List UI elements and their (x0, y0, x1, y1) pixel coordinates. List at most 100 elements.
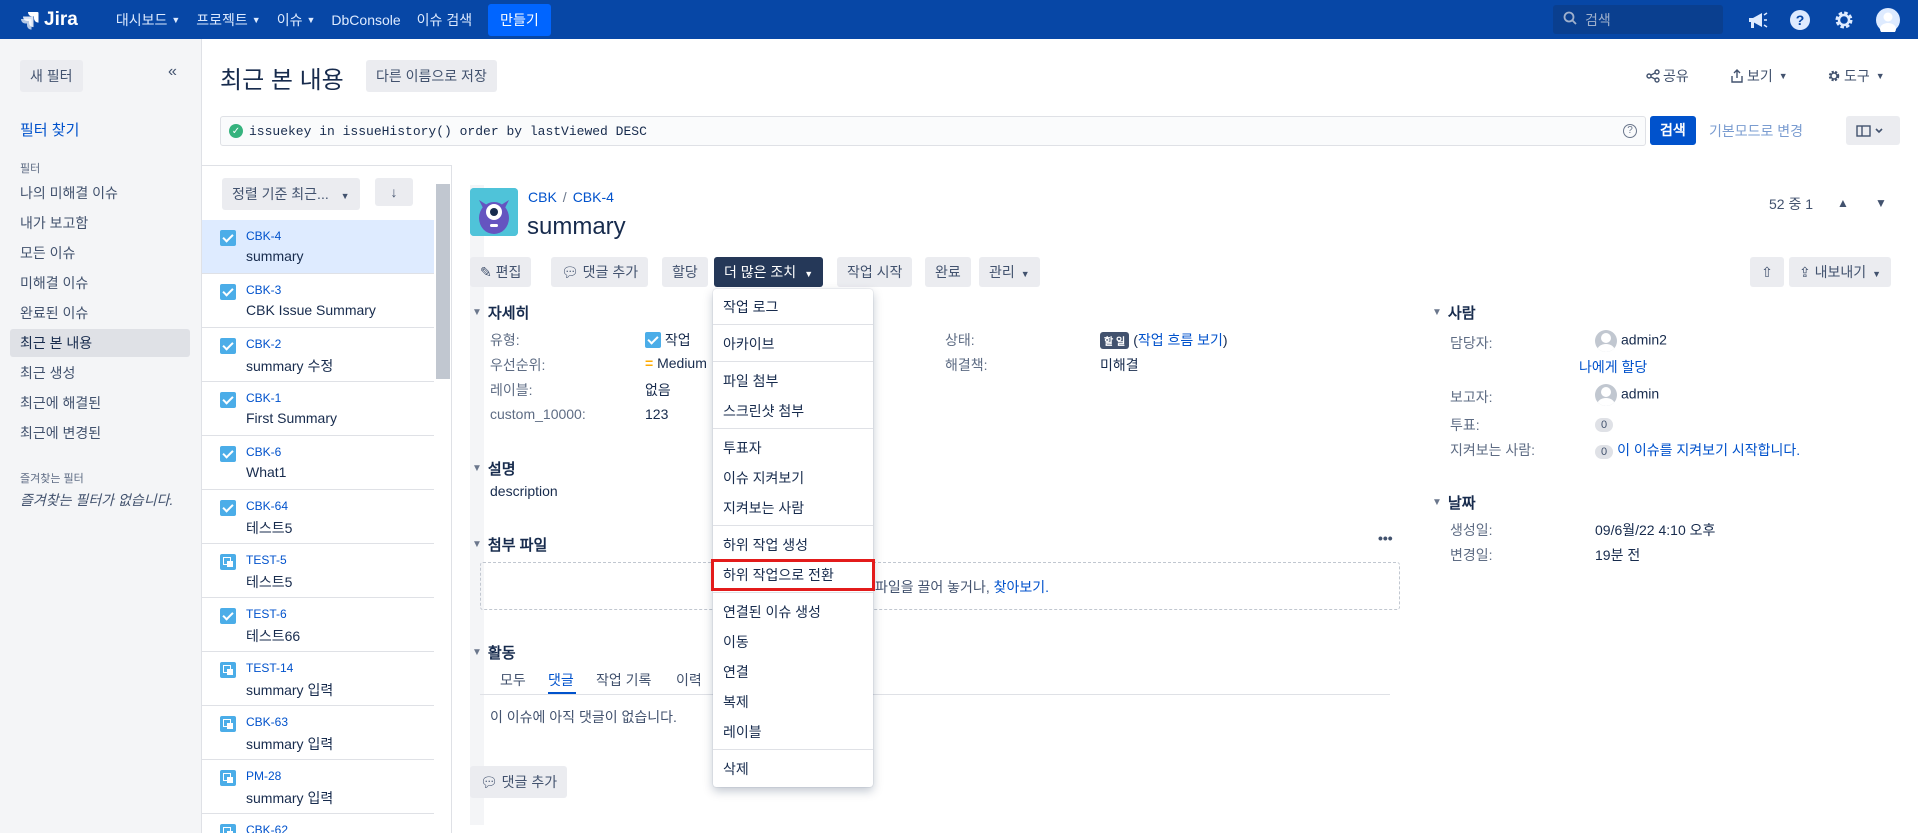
assignee-value[interactable]: admin2 (1595, 330, 1667, 352)
new-filter-button[interactable]: 새 필터 (20, 60, 83, 92)
issue-key[interactable]: CBK-1 (246, 391, 281, 405)
collapse-sidebar-icon[interactable]: « (168, 63, 177, 81)
browse-files-link[interactable]: 찾아보기. (994, 579, 1049, 595)
reporter-value[interactable]: admin (1595, 384, 1659, 406)
previous-issue-icon[interactable]: ▲ (1837, 196, 1849, 210)
menu-item-labels[interactable]: 레이블 (723, 722, 762, 742)
issue-list-row[interactable]: CBK-4 summary (202, 220, 434, 274)
issue-list-row[interactable]: TEST-6 테스트66 (202, 598, 434, 652)
menu-item-create-subtask[interactable]: 하위 작업 생성 (723, 535, 808, 555)
sidebar-item-done-issues[interactable]: 완료된 이슈 (10, 299, 190, 327)
assign-button[interactable]: 할당 (662, 257, 708, 287)
export-button[interactable]: ⇪ 내보내기 ▼ (1789, 257, 1892, 287)
done-button[interactable]: 완료 (925, 257, 971, 287)
watchers-count-badge[interactable]: 0 (1595, 445, 1614, 459)
issue-key[interactable]: TEST-14 (246, 661, 293, 675)
view-button[interactable]: 보기 ▼ (1730, 66, 1788, 86)
issue-key[interactable]: CBK-3 (246, 283, 281, 297)
switch-basic-mode-link[interactable]: 기본모드로 변경 (1709, 121, 1803, 141)
menu-item-clone[interactable]: 복제 (723, 692, 749, 712)
votes-value[interactable]: 0 (1595, 415, 1617, 432)
start-progress-button[interactable]: 작업 시작 (837, 257, 913, 287)
megaphone-icon[interactable] (1745, 8, 1769, 32)
issue-key[interactable]: CBK-2 (246, 337, 281, 351)
view-workflow-link[interactable]: 작업 흐름 보기 (1138, 332, 1223, 348)
nav-dbconsole[interactable]: DbConsole (331, 12, 400, 28)
sidebar-item-reported-by-me[interactable]: 내가 보고함 (10, 209, 190, 237)
project-avatar[interactable] (470, 188, 518, 236)
attachments-section-toggle[interactable]: ▼ 첨부 파일 (472, 534, 547, 555)
issue-list-row[interactable]: CBK-6 What1 (202, 436, 434, 490)
menu-item-log-work[interactable]: 작업 로그 (723, 297, 778, 317)
issue-list-row[interactable]: CBK-1 First Summary (202, 382, 434, 436)
issue-key[interactable]: PM-28 (246, 769, 281, 783)
share-button[interactable]: 공유 (1646, 66, 1689, 86)
details-section-toggle[interactable]: ▼ 자세히 (472, 302, 529, 323)
issue-summary-title[interactable]: summary (527, 213, 626, 241)
save-as-button[interactable]: 다른 이름으로 저장 (366, 60, 497, 92)
issue-list-row[interactable]: CBK-62 (202, 814, 434, 833)
menu-item-archive[interactable]: 아카이브 (723, 334, 775, 354)
nav-projects[interactable]: 프로젝트 ▼ (196, 10, 260, 30)
sidebar-item-created-recently[interactable]: 최근 생성 (10, 359, 190, 387)
more-actions-button[interactable]: 더 많은 조치 ▼ (714, 257, 824, 287)
description-text[interactable]: description (490, 483, 558, 499)
share-issue-button[interactable]: ⇧ (1750, 257, 1784, 287)
help-icon[interactable]: ? (1623, 124, 1637, 138)
global-search-input[interactable]: 검색 (1553, 5, 1723, 34)
list-scrollbar[interactable] (436, 184, 450, 379)
issue-key[interactable]: TEST-5 (246, 553, 287, 567)
tools-button[interactable]: 도구 ▼ (1827, 66, 1885, 86)
issue-list-row[interactable]: PM-28 summary 입력 (202, 760, 434, 814)
breadcrumb-project-link[interactable]: CBK (528, 189, 557, 205)
assign-to-me-link[interactable]: 나에게 할당 (1579, 357, 1647, 377)
menu-item-voters[interactable]: 투표자 (723, 438, 762, 458)
menu-item-watchers[interactable]: 지켜보는 사람 (723, 498, 804, 518)
description-section-toggle[interactable]: ▼ 설명 (472, 458, 516, 479)
issue-key[interactable]: CBK-6 (246, 445, 281, 459)
issue-list-row[interactable]: TEST-5 테스트5 (202, 544, 434, 598)
issue-list-row[interactable]: TEST-14 summary 입력 (202, 652, 434, 706)
settings-gear-icon[interactable] (1832, 8, 1856, 32)
nav-issues[interactable]: 이슈 ▼ (277, 10, 316, 30)
search-button[interactable]: 검색 (1650, 116, 1696, 145)
issue-key[interactable]: CBK-62 (246, 823, 288, 833)
breadcrumb-issue-key-link[interactable]: CBK-4 (573, 189, 614, 205)
dates-section-toggle[interactable]: ▼ 날짜 (1432, 492, 1476, 513)
activity-section-toggle[interactable]: ▼ 활동 (472, 642, 516, 663)
help-icon[interactable]: ? (1788, 8, 1812, 32)
jql-query-input[interactable]: ✓ issuekey in issueHistory() order by la… (220, 116, 1646, 146)
user-avatar-icon[interactable] (1876, 8, 1900, 32)
find-filters-link[interactable]: 필터 찾기 (20, 119, 79, 140)
start-watching-link[interactable]: 이 이슈를 지켜보기 시작합니다. (1617, 442, 1800, 458)
tab-history[interactable]: 이력 (676, 670, 702, 690)
sidebar-item-resolved-recently[interactable]: 최근에 해결된 (10, 389, 190, 417)
menu-item-watch-issue[interactable]: 이슈 지켜보기 (723, 468, 804, 488)
nav-dashboards[interactable]: 대시보드 ▼ (116, 10, 180, 30)
menu-item-create-linked-issue[interactable]: 연결된 이슈 생성 (723, 602, 821, 622)
issue-list-row[interactable]: CBK-63 summary 입력 (202, 706, 434, 760)
issue-key[interactable]: TEST-6 (246, 607, 287, 621)
tab-comments[interactable]: 댓글 (548, 670, 574, 690)
issue-key[interactable]: CBK-63 (246, 715, 288, 729)
jira-logo[interactable]: Jira (20, 9, 78, 31)
tab-worklog[interactable]: 작업 기록 (596, 670, 651, 690)
issue-list-row[interactable]: CBK-3 CBK Issue Summary (202, 274, 434, 328)
menu-item-attach-screenshot[interactable]: 스크린샷 첨부 (723, 401, 804, 421)
issue-list-row[interactable]: CBK-64 테스트5 (202, 490, 434, 544)
sidebar-item-all-issues[interactable]: 모든 이슈 (10, 239, 190, 267)
add-comment-bottom-button[interactable]: 💬︎ 댓글 추가 (470, 766, 568, 798)
sidebar-item-viewed-recently[interactable]: 최근 본 내용 (10, 329, 190, 357)
sort-direction-button[interactable]: ↓ (375, 178, 413, 206)
more-options-icon[interactable]: ••• (1378, 530, 1393, 546)
issue-list-row[interactable]: CBK-2 summary 수정 (202, 328, 434, 382)
sidebar-item-my-open-issues[interactable]: 나의 미해결 이슈 (10, 179, 190, 207)
assign-to-me-text[interactable]: 나에게 할당 (1579, 359, 1647, 375)
tab-all[interactable]: 모두 (500, 670, 526, 690)
sidebar-item-updated-recently[interactable]: 최근에 변경된 (10, 419, 190, 447)
add-comment-button[interactable]: 💬︎ 댓글 추가 (551, 257, 649, 287)
edit-button[interactable]: ✎ 편집 (470, 257, 532, 287)
issue-key[interactable]: CBK-4 (246, 229, 281, 243)
admin-button[interactable]: 관리 ▼ (979, 257, 1040, 287)
layout-switcher-button[interactable] (1846, 116, 1900, 145)
